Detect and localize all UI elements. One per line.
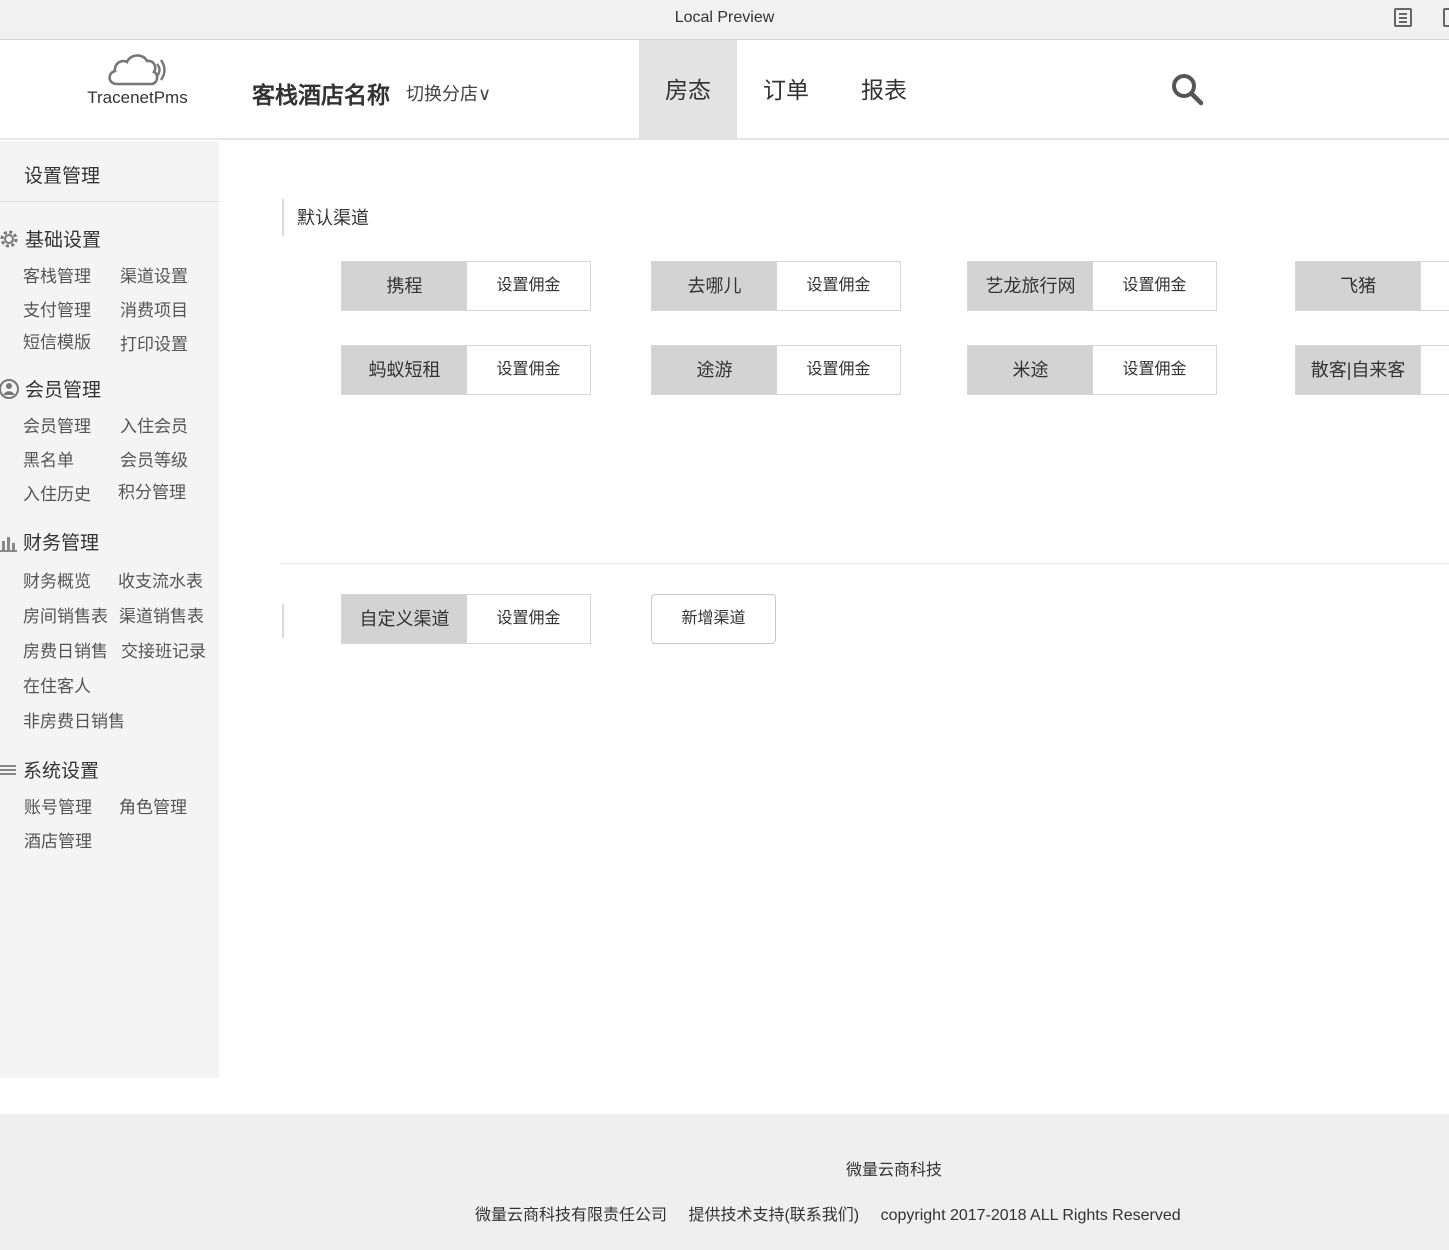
sidebar-item-nonroom-daily-sales[interactable]: 非房费日销售 <box>23 707 125 732</box>
nav-room-status[interactable]: 房态 <box>639 40 737 140</box>
sidebar-item-channel-sales[interactable]: 渠道销售表 <box>119 602 204 627</box>
section-divider <box>280 563 1449 564</box>
channel-card: 米途 设置佣金 <box>967 345 1217 395</box>
custom-channel-card: 自定义渠道 设置佣金 <box>341 594 591 644</box>
set-commission-button[interactable]: 设置佣金 <box>467 595 590 643</box>
sidebar-item-hotels[interactable]: 酒店管理 <box>24 827 92 852</box>
channel-name: 艺龙旅行网 <box>968 262 1093 310</box>
sidebar-item-checkin-member[interactable]: 入住会员 <box>120 412 188 437</box>
sidebar-divider <box>0 201 219 202</box>
sidebar-item-channel[interactable]: 渠道设置 <box>120 262 188 287</box>
sidebar-item-print[interactable]: 打印设置 <box>120 330 188 355</box>
window-icon[interactable] <box>1443 8 1449 27</box>
sidebar-group-label: 基础设置 <box>25 230 102 251</box>
set-commission-button[interactable]: 设置佣金 <box>777 262 900 310</box>
logo[interactable]: TracenetPms <box>80 48 195 128</box>
default-channel-heading: 默认渠道 <box>282 199 369 236</box>
sidebar-item-room-sales[interactable]: 房间销售表 <box>23 602 108 627</box>
sidebar-item-member[interactable]: 会员管理 <box>23 412 91 437</box>
set-commission-button[interactable]: 设置佣金 <box>1093 346 1216 394</box>
nav-orders[interactable]: 订单 <box>737 40 835 140</box>
set-commission-button[interactable]: 设置佣金 <box>467 262 590 310</box>
sidebar-item-member-level[interactable]: 会员等级 <box>120 446 188 471</box>
sidebar-item-payment[interactable]: 支付管理 <box>23 296 91 321</box>
footer-brand: 微量云商科技 <box>845 1162 942 1179</box>
footer-support-link[interactable]: 提供技术支持(联系我们) <box>688 1207 859 1224</box>
sidebar-item-accounts[interactable]: 账号管理 <box>24 793 92 818</box>
set-commission-button[interactable] <box>1420 262 1449 310</box>
channel-name: 去哪儿 <box>652 262 777 310</box>
channel-card: 艺龙旅行网 设置佣金 <box>967 261 1217 311</box>
menu-lines-icon <box>0 764 16 775</box>
channel-name: 米途 <box>968 346 1093 394</box>
set-commission-button[interactable]: 设置佣金 <box>1093 262 1216 310</box>
sidebar-group-label: 财务管理 <box>23 533 100 554</box>
sidebar-item-shift-records[interactable]: 交接班记录 <box>121 637 206 662</box>
document-icon[interactable] <box>1394 8 1412 27</box>
sidebar-group-member: 会员管理 <box>0 375 101 402</box>
sidebar-group-label: 会员管理 <box>25 380 102 401</box>
main-nav: 房态 订单 报表 <box>639 40 933 140</box>
channel-name: 途游 <box>652 346 777 394</box>
preview-bar: Local Preview <box>0 0 1449 40</box>
sidebar-item-sms-template[interactable]: 短信模版 <box>23 328 91 353</box>
set-commission-button[interactable]: 设置佣金 <box>467 346 590 394</box>
search-icon[interactable] <box>1170 72 1204 106</box>
cloud-icon <box>107 54 166 86</box>
sidebar-item-finance-overview[interactable]: 财务概览 <box>23 567 91 592</box>
hotel-name: 客栈酒店名称 <box>252 82 390 108</box>
sidebar-item-consumption[interactable]: 消费项目 <box>120 296 188 321</box>
set-commission-button[interactable] <box>1420 346 1449 394</box>
switch-branch-dropdown[interactable]: 切换分店∨ <box>406 80 491 106</box>
footer-info: 微量云商科技有限责任公司 提供技术支持(联系我们) copyright 2017… <box>475 1201 1198 1225</box>
channel-card: 去哪儿 设置佣金 <box>651 261 901 311</box>
channel-card: 途游 设置佣金 <box>651 345 901 395</box>
sidebar-item-cashflow[interactable]: 收支流水表 <box>118 567 203 592</box>
sidebar-item-checkin-history[interactable]: 入住历史 <box>23 480 91 505</box>
channel-name: 携程 <box>342 262 467 310</box>
channel-name: 自定义渠道 <box>342 595 467 643</box>
sidebar-item-roles[interactable]: 角色管理 <box>119 793 187 818</box>
channel-name: 蚂蚁短租 <box>342 346 467 394</box>
add-channel-button[interactable]: 新增渠道 <box>651 594 776 644</box>
footer-copyright: copyright 2017-2018 ALL Rights Reserved <box>880 1207 1181 1224</box>
custom-section-marker <box>282 604 284 638</box>
set-commission-button[interactable]: 设置佣金 <box>777 346 900 394</box>
member-icon <box>0 378 19 399</box>
preview-title: Local Preview <box>674 9 775 26</box>
sidebar-item-blacklist[interactable]: 黑名单 <box>23 446 74 471</box>
nav-reports[interactable]: 报表 <box>835 40 933 140</box>
gear-icon <box>0 230 18 247</box>
sidebar-item-points[interactable]: 积分管理 <box>118 478 186 503</box>
bar-chart-icon <box>0 536 17 552</box>
sidebar-group-system: 系统设置 <box>0 756 99 783</box>
sidebar-item-in-house-guests[interactable]: 在住客人 <box>23 672 91 697</box>
channel-name: 飞猪 <box>1296 262 1421 310</box>
footer: 微量云商科技 微量云商科技有限责任公司 提供技术支持(联系我们) copyrig… <box>0 1114 1449 1250</box>
logo-text: TracenetPms <box>87 88 188 107</box>
sidebar-group-finance: 财务管理 <box>0 528 99 555</box>
footer-company: 微量云商科技有限责任公司 <box>475 1207 668 1224</box>
sidebar-group-basic: 基础设置 <box>0 225 101 252</box>
sidebar-group-label: 系统设置 <box>23 761 100 782</box>
top-header: TracenetPms 客栈酒店名称 切换分店∨ 房态 订单 报表 <box>0 40 1449 140</box>
channel-card: 飞猪 <box>1295 261 1449 311</box>
sidebar-title: 设置管理 <box>24 166 101 187</box>
channel-name: 散客|自来客 <box>1296 346 1421 394</box>
sidebar-item-inn[interactable]: 客栈管理 <box>23 262 91 287</box>
channel-card: 携程 设置佣金 <box>341 261 591 311</box>
sidebar-item-room-daily-sales[interactable]: 房费日销售 <box>23 637 108 662</box>
channel-card: 蚂蚁短租 设置佣金 <box>341 345 591 395</box>
sidebar: 设置管理 基础设置 客栈管理 渠道设置 支付管理 消费项目 短信模版 打印设置 … <box>0 141 219 1078</box>
channel-card: 散客|自来客 <box>1295 345 1449 395</box>
